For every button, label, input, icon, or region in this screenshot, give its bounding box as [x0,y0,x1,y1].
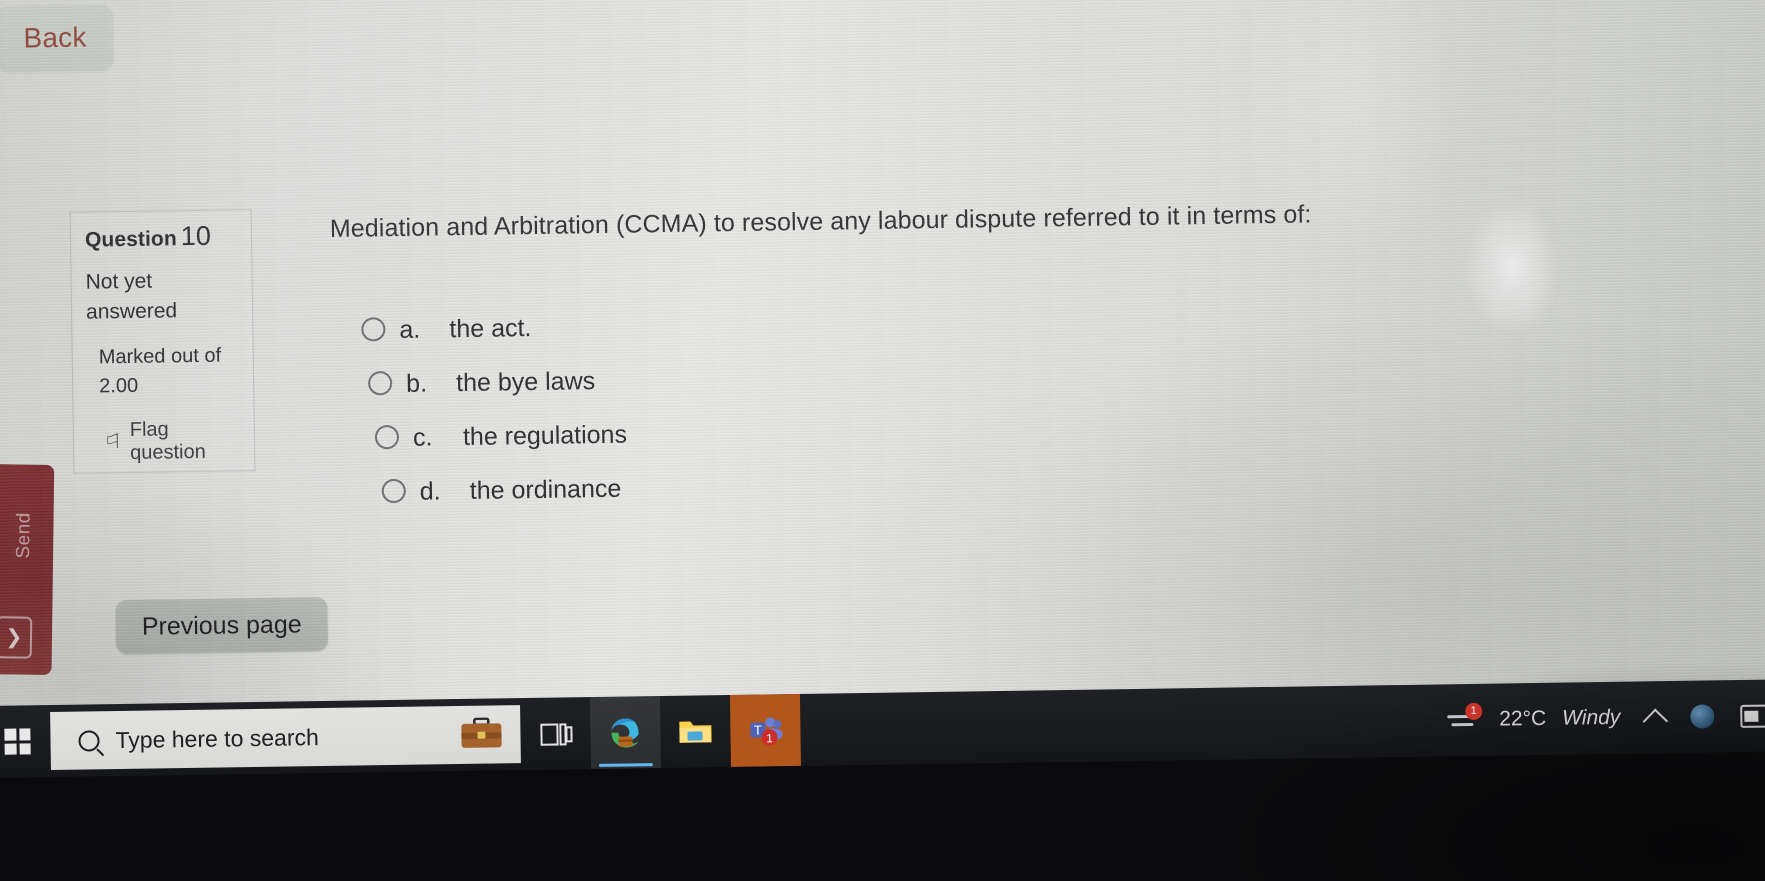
flag-outline-icon: ⚐ [103,431,123,454]
system-tray: 1 22°C Windy [1445,700,1765,735]
question-number: 10 [180,220,212,252]
browser-viewport: Back Send ❯ Question 10 Not yet answered … [0,0,1765,760]
question-header-label: Question [84,227,177,252]
question-header: Question 10 [85,220,239,253]
previous-page-label: Previous page [141,609,302,641]
weather-badge: 1 [1465,702,1483,721]
microsoft-edge-button[interactable] [589,696,661,770]
radio-button-d[interactable] [381,478,406,504]
chevron-right-icon[interactable]: ❯ [0,616,33,659]
answer-text-b: the bye laws [455,367,596,398]
answer-options-list: a. the act. b. the bye laws c. the regul… [361,304,1064,530]
weather-text: 22°C Windy [1499,706,1620,732]
answer-letter-a: a. [399,315,421,344]
search-icon [78,729,100,752]
microsoft-teams-icon: T 1 [750,717,783,745]
teams-badge-count: 1 [766,731,773,745]
screen-area: Back Send ❯ Question 10 Not yet answered … [0,0,1765,760]
answer-option-b[interactable]: b. the bye laws [367,358,1062,399]
radio-button-a[interactable] [361,317,386,342]
search-placeholder: Type here to search [115,723,319,753]
question-stem: Mediation and Arbitration (CCMA) to reso… [329,200,1312,243]
file-explorer-icon [679,721,712,743]
flag-question-button[interactable]: ⚐ Flag question [104,417,243,465]
answer-letter-c: c. [412,423,433,452]
weather-temperature: 22°C [1499,706,1547,731]
radio-button-c[interactable] [374,424,400,450]
question-marks: Marked out of 2.00 [99,341,242,401]
marked-out-of-label: Marked out of [98,344,222,369]
answer-text-c: the regulations [462,420,628,452]
answer-option-c[interactable]: c. the regulations [374,412,1063,453]
side-rail[interactable]: Send ❯ [0,464,55,675]
weather-condition: Windy [1562,705,1621,730]
network-globe-icon[interactable] [1690,704,1715,729]
windy-icon: 1 [1445,702,1487,736]
laptop-screen-photo: Back Send ❯ Question 10 Not yet answered … [0,0,1765,881]
answer-letter-b: b. [405,369,428,398]
svg-text:T: T [754,722,762,737]
marks-value: 2.00 [99,374,139,398]
answer-text-a: the act. [449,313,532,344]
flag-question-label: Flag question [129,417,206,464]
side-rail-label: Send [13,512,35,559]
microsoft-edge-icon [611,718,639,748]
microsoft-teams-button[interactable]: T 1 [729,693,801,767]
radio-button-b[interactable] [367,371,393,396]
battery-icon[interactable] [1740,703,1765,728]
previous-page-button[interactable]: Previous page [115,597,329,655]
windows-logo-icon [4,728,31,755]
search-input[interactable]: Type here to search [50,705,521,771]
answer-option-d[interactable]: d. the ordinance [381,466,1064,507]
answer-letter-d: d. [419,477,441,506]
back-button-label: Back [23,21,87,54]
answer-option-a[interactable]: a. the act. [361,304,1061,345]
chevron-up-icon[interactable] [1642,708,1669,734]
task-view-icon [540,721,573,746]
file-explorer-button[interactable] [660,695,731,768]
answer-text-d: the ordinance [469,474,622,505]
question-info-box: Question 10 Not yet answered Marked out o… [69,209,256,474]
briefcase-icon [461,717,502,748]
start-button[interactable] [0,705,49,778]
task-view-button[interactable] [520,697,591,770]
weather-widget[interactable]: 1 22°C Windy [1445,702,1621,736]
question-state: Not yet answered [85,269,178,324]
back-button[interactable]: Back [0,4,114,72]
